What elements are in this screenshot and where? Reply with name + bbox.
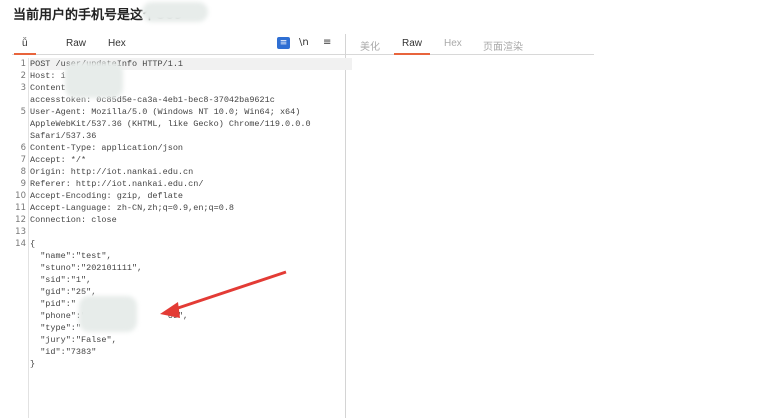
request-editor[interactable]: POST /user/updateInfo HTTP/1.1Host: iCon…	[30, 58, 352, 370]
menu-icon[interactable]: ≡	[323, 37, 331, 48]
line-number	[12, 286, 28, 298]
caption-prefix: 当前用户的手机号是这个	[13, 8, 157, 23]
request-line: Accept: */*	[30, 155, 87, 165]
line-number: 3	[20, 83, 26, 93]
line-number	[12, 262, 28, 274]
request-line: Connection: close	[30, 215, 117, 225]
request-line: Safari/537.36	[30, 131, 97, 141]
line-number	[12, 334, 28, 346]
request-line: "sid":"1",	[30, 275, 92, 285]
line-number	[12, 274, 28, 286]
line-number	[12, 94, 28, 106]
line-number: 13	[15, 227, 26, 237]
line-number: 14	[15, 239, 26, 249]
line-number: 1	[20, 59, 26, 69]
hex-tab[interactable]: Hex	[108, 38, 126, 49]
line-number: 6	[20, 143, 26, 153]
line-number	[12, 298, 28, 310]
line-number	[12, 322, 28, 334]
request-tabs: ǚ Raw Hex ≡ \n ≡	[12, 34, 345, 55]
response-raw-tab[interactable]: Raw	[393, 38, 431, 55]
request-line: Origin: http://iot.nankai.edu.cn	[30, 167, 194, 177]
request-panel: ǚ Raw Hex ≡ \n ≡ 1 2 3 5 6 7 8 9 10 11 12 13 14 POST…	[12, 34, 352, 418]
request-line: Accept-Encoding: gzip, deflate	[30, 191, 184, 201]
format-icon[interactable]: ≡	[277, 37, 290, 49]
request-line: "pid":"	[30, 299, 76, 309]
line-number-gutter: 1 2 3 5 6 7 8 9 10 11 12 13 14	[12, 58, 29, 418]
phone-redaction-blur	[79, 296, 137, 332]
request-line: "id":"7383"	[30, 347, 97, 357]
line-number	[12, 118, 28, 130]
response-panel: 美化 Raw Hex 页面渲染	[346, 34, 763, 418]
line-number	[12, 346, 28, 358]
raw-tab[interactable]: Raw	[66, 38, 86, 49]
request-line: Content-Type: application/json	[30, 143, 184, 153]
request-line	[30, 226, 342, 238]
request-line: "phone":" 69",	[40, 311, 189, 321]
request-line: {	[30, 239, 36, 249]
request-line: AppleWebKit/537.36 (KHTML, like Gecko) C…	[30, 119, 311, 129]
line-number: 7	[20, 155, 26, 165]
render-tab[interactable]: 页面渲染	[483, 38, 523, 53]
request-line: Accept-Language: zh-CN,zh;q=0.9,en;q=0.8	[30, 203, 235, 213]
line-number	[12, 130, 28, 142]
request-line: Referer: http://iot.nankai.edu.cn/	[30, 179, 204, 189]
request-line: "stuno":"202101111",	[30, 263, 143, 273]
line-number	[12, 358, 28, 370]
line-number: 2	[20, 71, 26, 81]
request-line: "type":"	[30, 323, 82, 333]
request-line: "name":"test",	[30, 251, 112, 261]
line-number: 11	[15, 203, 26, 213]
line-number: 9	[20, 179, 26, 189]
response-hex-tab[interactable]: Hex	[444, 38, 462, 49]
request-line: }	[30, 359, 36, 369]
newline-icon[interactable]: \n	[299, 37, 309, 48]
line-number	[12, 310, 28, 322]
pretty-tab[interactable]: ǚ	[14, 38, 35, 55]
line-number: 5	[20, 107, 26, 117]
beautify-tab[interactable]: 美化	[360, 38, 380, 53]
line-number: 10	[15, 191, 26, 201]
line-number	[12, 250, 28, 262]
request-line: User-Agent: Mozilla/5.0 (Windows NT 10.0…	[30, 107, 301, 117]
request-line: "jury":"False",	[30, 335, 117, 345]
response-tabs: 美化 Raw Hex 页面渲染	[346, 34, 594, 55]
redaction-blur	[142, 2, 208, 22]
line-number: 12	[15, 215, 26, 225]
host-redaction-blur	[65, 62, 123, 98]
request-line: "gid":"25",	[30, 287, 97, 297]
line-number: 8	[20, 167, 26, 177]
